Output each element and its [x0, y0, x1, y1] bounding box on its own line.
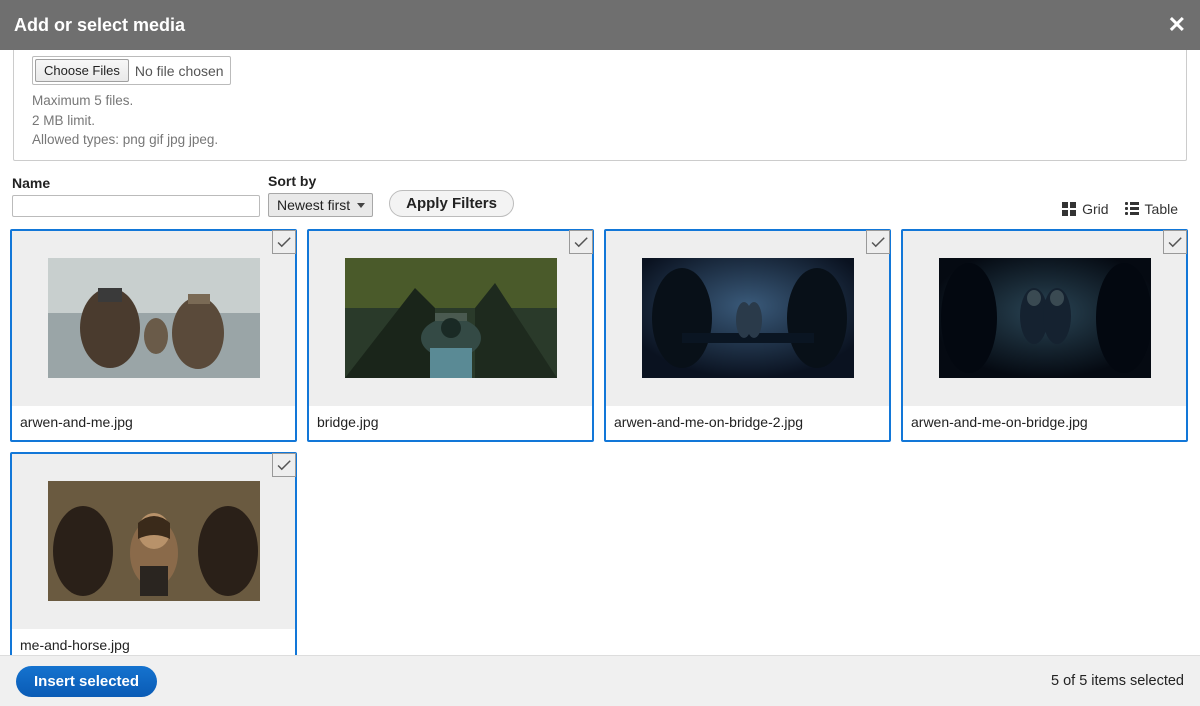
- footer-bar: Insert selected 5 of 5 items selected: [0, 655, 1200, 706]
- file-input-status: No file chosen: [135, 63, 224, 79]
- grid-icon: [1062, 202, 1076, 216]
- name-filter-input[interactable]: [12, 195, 260, 217]
- select-toggle[interactable]: [866, 230, 890, 254]
- select-toggle[interactable]: [272, 230, 296, 254]
- upload-hints: Maximum 5 files. 2 MB limit. Allowed typ…: [32, 91, 1178, 150]
- close-icon[interactable]: ✕: [1168, 12, 1186, 38]
- thumbnail-area: [12, 454, 295, 629]
- view-grid-label: Grid: [1082, 201, 1108, 217]
- media-filename: arwen-and-me.jpg: [12, 406, 295, 440]
- select-toggle[interactable]: [1163, 230, 1187, 254]
- insert-selected-button[interactable]: Insert selected: [16, 666, 157, 697]
- thumbnail-image: [48, 258, 260, 378]
- select-toggle[interactable]: [569, 230, 593, 254]
- check-icon: [1166, 233, 1184, 251]
- chevron-down-icon: [357, 203, 365, 208]
- filters-row: Name Sort by Newest first Apply Filters …: [0, 161, 1200, 217]
- media-card[interactable]: arwen-and-me.jpg: [10, 229, 297, 442]
- thumbnail-area: [309, 231, 592, 406]
- check-icon: [869, 233, 887, 251]
- hint-size-limit: 2 MB limit.: [32, 111, 1178, 131]
- media-filename: me-and-horse.jpg: [12, 629, 295, 655]
- media-grid: arwen-and-me.jpg bridge.jpg: [0, 217, 1200, 655]
- check-icon: [572, 233, 590, 251]
- name-filter-field: Name: [12, 175, 260, 217]
- select-toggle[interactable]: [272, 453, 296, 477]
- view-grid-button[interactable]: Grid: [1062, 201, 1108, 217]
- thumbnail-image: [345, 258, 557, 378]
- media-filename: bridge.jpg: [309, 406, 592, 440]
- check-icon: [275, 233, 293, 251]
- hint-allowed-types: Allowed types: png gif jpg jpeg.: [32, 130, 1178, 150]
- thumbnail-image: [48, 481, 260, 601]
- list-icon: [1125, 202, 1139, 215]
- upload-area: Choose Files No file chosen Maximum 5 fi…: [13, 50, 1187, 161]
- modal-title: Add or select media: [14, 15, 185, 36]
- modal-header: Add or select media ✕: [0, 0, 1200, 50]
- apply-filters-button[interactable]: Apply Filters: [389, 190, 514, 217]
- view-toggle: Grid Table: [1062, 201, 1188, 217]
- view-table-label: Table: [1145, 201, 1178, 217]
- view-table-button[interactable]: Table: [1125, 201, 1178, 217]
- thumbnail-area: [903, 231, 1186, 406]
- thumbnail-area: [606, 231, 889, 406]
- media-card[interactable]: arwen-and-me-on-bridge-2.jpg: [604, 229, 891, 442]
- sort-select[interactable]: Newest first: [268, 193, 373, 217]
- sort-select-value: Newest first: [277, 197, 350, 213]
- media-card[interactable]: bridge.jpg: [307, 229, 594, 442]
- name-filter-label: Name: [12, 175, 260, 191]
- media-card[interactable]: arwen-and-me-on-bridge.jpg: [901, 229, 1188, 442]
- sort-label: Sort by: [268, 173, 373, 189]
- hint-max-files: Maximum 5 files.: [32, 91, 1178, 111]
- media-filename: arwen-and-me-on-bridge-2.jpg: [606, 406, 889, 440]
- thumbnail-image: [939, 258, 1151, 378]
- file-input-wrapper: Choose Files No file chosen: [32, 56, 231, 85]
- media-card[interactable]: me-and-horse.jpg: [10, 452, 297, 655]
- media-filename: arwen-and-me-on-bridge.jpg: [903, 406, 1186, 440]
- sort-field: Sort by Newest first: [268, 173, 373, 217]
- thumbnail-area: [12, 231, 295, 406]
- thumbnail-image: [642, 258, 854, 378]
- choose-files-button[interactable]: Choose Files: [35, 59, 129, 82]
- selection-count: 5 of 5 items selected: [1051, 673, 1184, 689]
- check-icon: [275, 456, 293, 474]
